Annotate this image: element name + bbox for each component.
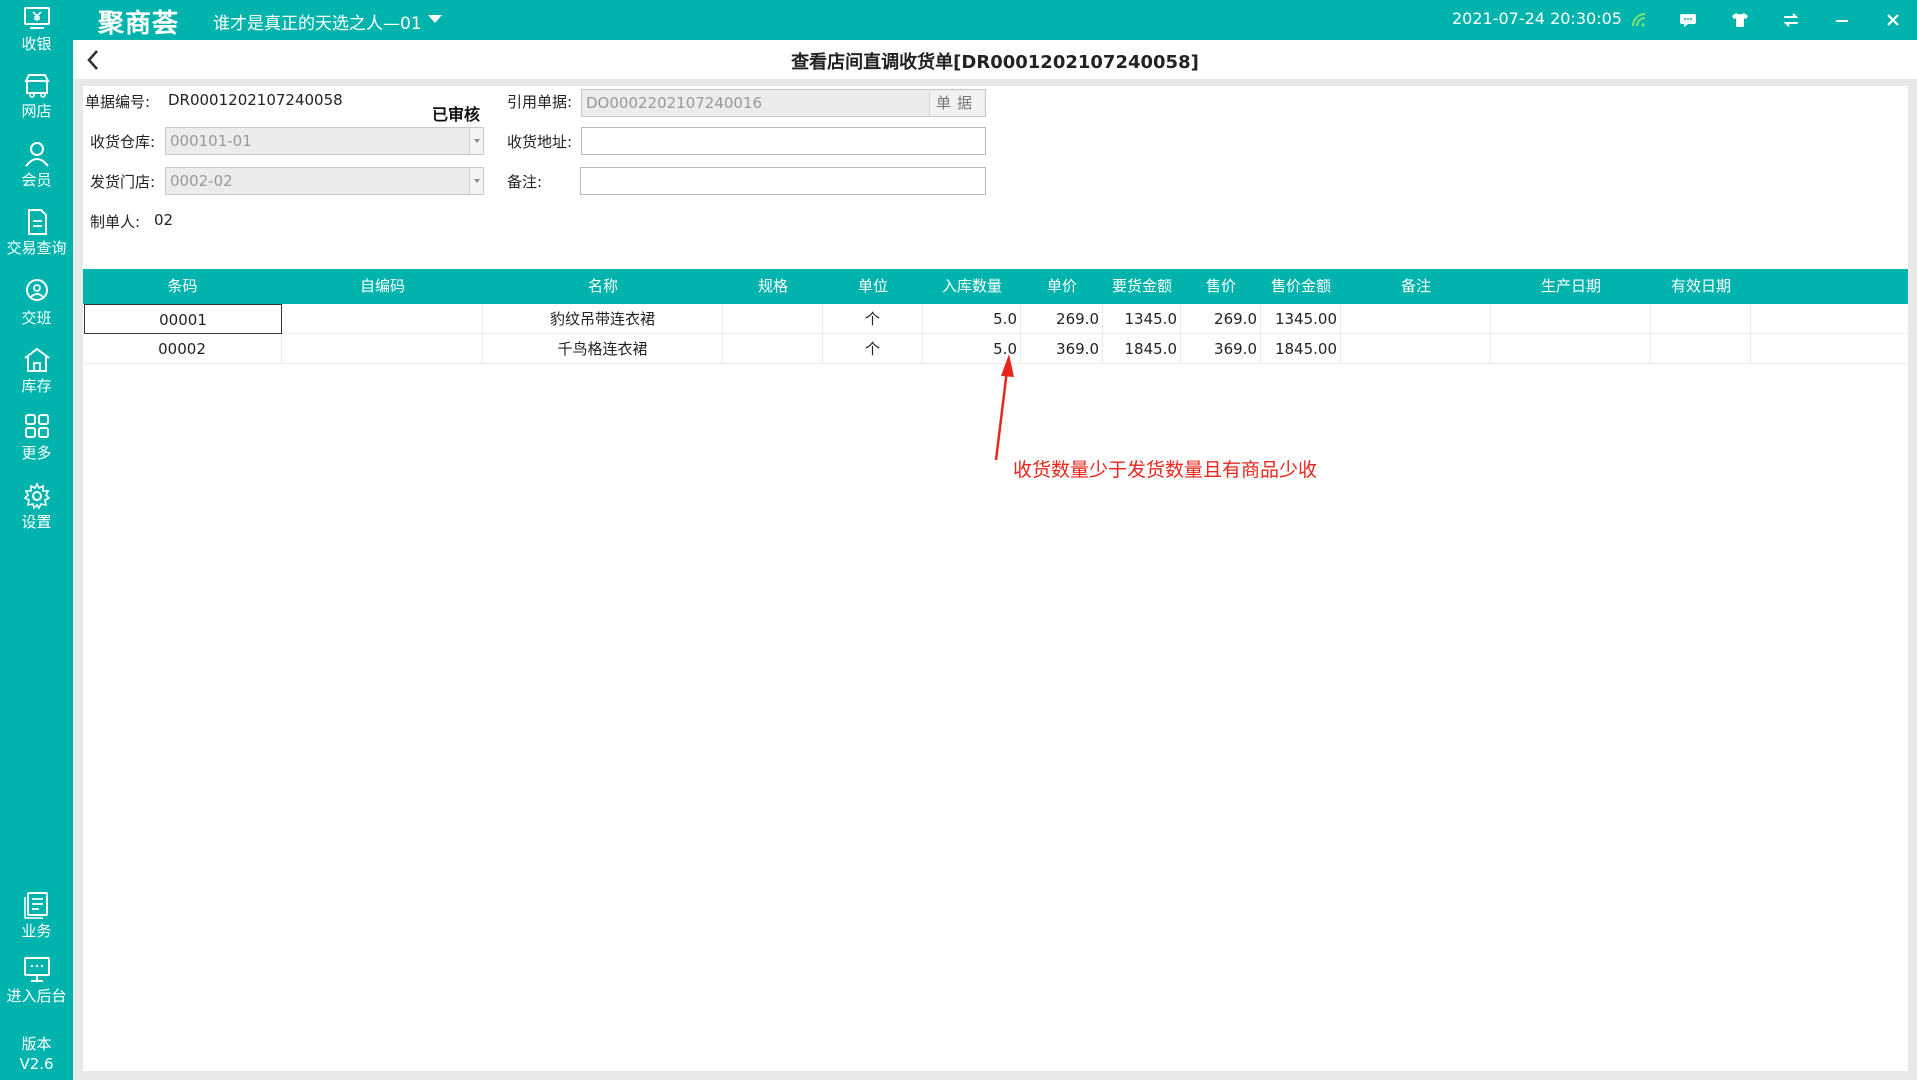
shift-handover-icon [25,279,48,301]
sync-arrows-icon[interactable] [1779,8,1803,32]
sidebar-item-transaction[interactable]: 交易查询 [0,208,73,258]
wifi-signal-icon [1628,8,1652,32]
sidebar-item-settings[interactable]: 设置 [0,482,73,532]
settings-gear-icon [23,482,50,510]
sidebar-label: 业务 [21,922,52,940]
sidebar-label: 设置 [21,513,52,531]
main-panel: 单据编号: DR0001202107240058 已审核 收货仓库: 00010… [83,86,1908,1071]
sidebar-label: 交班 [21,309,52,327]
online-store-icon [23,74,50,98]
version-number: V2.6 [19,1055,54,1073]
chevron-left-icon [87,50,98,70]
app-logo: 聚商荟 [98,9,180,39]
transaction-icon [27,209,47,235]
annotation-text: 收货数量少于发货数量且有商品少收 [1013,459,1318,481]
page-title: 查看店间直调收货单[DR0001202107240058] [791,52,1199,73]
minimize-icon[interactable] [1830,8,1854,32]
version-label: 版本 [21,1035,52,1053]
store-dropdown-icon[interactable] [428,15,442,23]
close-icon[interactable] [1881,8,1905,32]
page-header: 查看店间直调收货单[DR0001202107240058] [73,40,1917,79]
sidebar-item-backend[interactable]: 进入后台 [0,956,73,1006]
sidebar-label: 进入后台 [6,987,67,1005]
business-icon [23,892,48,919]
datetime-display: 2021-07-24 20:30:05 [1452,9,1622,28]
sidebar-item-business[interactable]: 业务 [0,891,73,941]
sidebar-label: 网店 [21,102,52,120]
sidebar-label: 交易查询 [6,239,67,257]
sidebar-label: 会员 [21,171,52,189]
sidebar-item-cashier[interactable]: 收银 [0,6,73,54]
message-icon[interactable] [1676,8,1700,32]
skin-tshirt-icon[interactable] [1728,8,1752,32]
sidebar-label: 库存 [21,377,52,395]
top-bar: 聚商荟 谁才是真正的天选之人—01 2021-07-24 20:30:05 [0,0,1917,40]
sidebar-item-shift[interactable]: 交班 [0,278,73,328]
sidebar-item-online-store[interactable]: 网店 [0,73,73,121]
cashier-icon [23,7,50,29]
inventory-icon [23,347,50,372]
backend-monitor-icon [23,957,50,982]
version-info: 版本 V2.6 [0,1034,73,1074]
sidebar-label: 更多 [21,444,52,462]
sidebar: 收银 网店 会员 交易查询 交班 库存 更多 设置 业务 进入后台 版本 V2.… [0,0,73,1080]
more-grid-icon [24,414,49,438]
member-icon [24,142,49,167]
annotation-arrow [994,354,1014,461]
sidebar-item-member[interactable]: 会员 [0,140,73,190]
sidebar-item-inventory[interactable]: 库存 [0,346,73,396]
sidebar-label: 收银 [21,35,52,53]
back-button[interactable] [85,48,101,76]
sidebar-item-more[interactable]: 更多 [0,413,73,463]
store-name[interactable]: 谁才是真正的天选之人—01 [213,9,422,34]
